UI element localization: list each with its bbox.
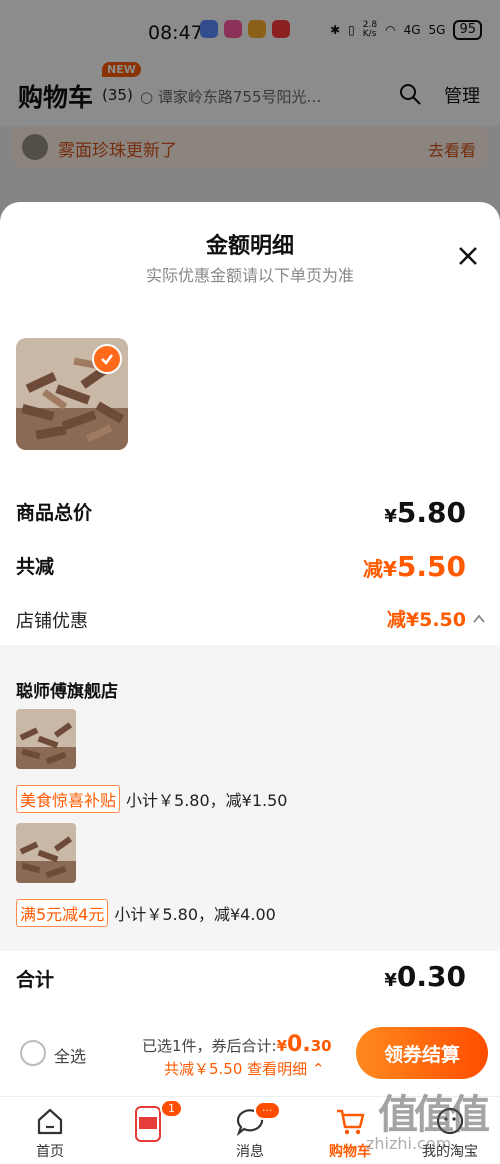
cart-icon [337,1109,365,1135]
item-discount-line: 满5元减4元 小计￥5.80，减¥4.00 [16,899,276,927]
shop-discount-value[interactable]: 减¥5.50 [387,605,466,632]
shop-discount-label: 店铺优惠 [16,611,88,632]
tab-video[interactable]: 1 [108,1097,188,1164]
chevron-up-icon: ⌃ [311,1060,325,1078]
message-badge: ··· [254,1101,281,1120]
amount-detail-sheet: 金额明细 实际优惠金额请以下单页为准 商品总价 ¥5.80 共减 减¥5.50 … [0,202,500,1095]
sheet-subtitle: 实际优惠金额请以下单页为准 [145,266,354,285]
chevron-up-icon[interactable] [472,612,486,626]
select-all-radio[interactable] [20,1040,46,1066]
select-all-label[interactable]: 全选 [54,1043,86,1067]
item-thumbnail[interactable] [16,823,76,883]
checkout-button[interactable]: 领券结算 [356,1027,488,1079]
item-subtotal: 小计￥5.80，减¥4.00 [114,905,276,924]
after-coupon-amount: ¥0.30 [276,1032,332,1057]
reduce-value: 减¥5.50 [362,550,466,583]
home-icon [37,1108,63,1135]
tab-messages[interactable]: ··· 消息 [210,1097,290,1164]
total-price-value: ¥5.80 [384,496,466,529]
close-icon[interactable] [454,242,482,270]
promo-tag: 美食惊喜补贴 [16,785,121,813]
sum-value: ¥0.30 [384,960,466,993]
watermark: 值值值 zhizhi.com [366,1092,490,1153]
item-discount-line: 美食惊喜补贴 小计￥5.80，减¥1.50 [16,785,287,813]
view-detail-link[interactable]: 共减￥5.50 查看明细 ⌃ [164,1058,325,1079]
shop-name: 聪师傅旗舰店 [16,682,118,702]
item-thumbnail[interactable] [16,709,76,769]
tab-label: 消息 [236,1144,264,1160]
selected-summary: 已选1件，券后合计:¥0.30 [142,1032,332,1057]
shop-discount-panel: 聪师傅旗舰店 美食惊喜补贴 小计￥5.80，减¥1.50 满5元减4元 小计￥5… [0,645,500,951]
checked-icon[interactable] [92,344,122,374]
tab-home[interactable]: 首页 [10,1097,90,1164]
promo-tag: 满5元减4元 [16,899,109,927]
item-subtotal: 小计￥5.80，减¥1.50 [126,791,288,810]
tab-label: 首页 [36,1144,64,1160]
sheet-title: 金额明细 [205,234,294,259]
total-price-label: 商品总价 [16,502,93,524]
sum-label: 合计 [16,969,55,991]
reduce-label: 共减 [16,556,55,578]
video-badge: 1 [160,1099,183,1118]
